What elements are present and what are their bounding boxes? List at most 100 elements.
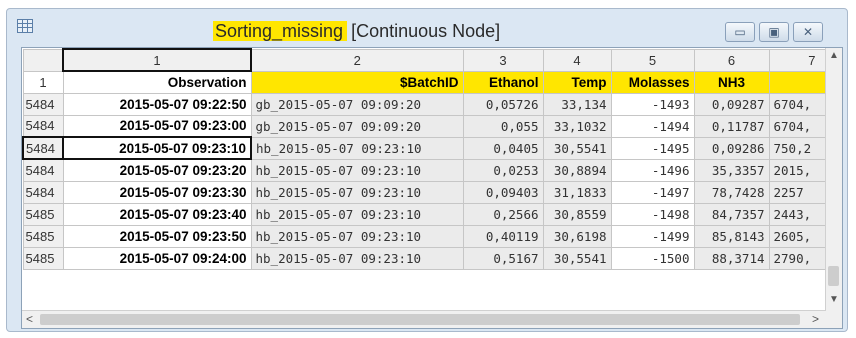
column-number[interactable]: 5 bbox=[610, 48, 695, 72]
ethanol-cell[interactable]: 0,05726 bbox=[462, 92, 544, 116]
batchid-cell[interactable]: hb_2015-05-07 09:23:10 bbox=[250, 246, 464, 270]
molasses-cell[interactable]: -1493 bbox=[610, 92, 695, 116]
temp-cell[interactable]: 33,1032 bbox=[542, 114, 612, 138]
row-number[interactable]: 5485 bbox=[22, 224, 64, 248]
close-button[interactable]: ✕ bbox=[793, 22, 823, 42]
table-row[interactable]: 5485 2015-05-07 09:23:40 hb_2015-05-07 09:… bbox=[22, 202, 835, 226]
column-name-cell[interactable]: NH3 bbox=[693, 70, 770, 94]
batchid-cell[interactable]: gb_2015-05-07 09:09:20 bbox=[250, 114, 464, 138]
nh3-cell[interactable]: 88,3714 bbox=[693, 246, 770, 270]
scroll-up-icon[interactable]: ▲ bbox=[829, 50, 839, 61]
molasses-cell[interactable]: -1494 bbox=[610, 114, 695, 138]
window-title: Sorting_missing [Continuous Node] bbox=[213, 19, 500, 43]
row-number[interactable]: 5484 bbox=[22, 92, 64, 116]
temp-cell[interactable]: 30,8894 bbox=[542, 158, 612, 182]
batchid-cell[interactable]: hb_2015-05-07 09:23:10 bbox=[250, 136, 464, 160]
scroll-left-icon[interactable]: < bbox=[26, 312, 33, 326]
batchid-cell[interactable]: hb_2015-05-07 09:23:10 bbox=[250, 180, 464, 204]
nh3-cell[interactable]: 0,09287 bbox=[693, 92, 770, 116]
temp-cell[interactable]: 30,5541 bbox=[542, 246, 612, 270]
ethanol-cell[interactable]: 0,09403 bbox=[462, 180, 544, 204]
window-title-name: Sorting_missing bbox=[213, 21, 348, 41]
column-name-row: 1 Observation $BatchID Ethanol Temp Mola… bbox=[22, 70, 835, 94]
close-icon: ✕ bbox=[802, 25, 814, 39]
table-row[interactable]: 5485 2015-05-07 09:23:50 hb_2015-05-07 09:… bbox=[22, 224, 835, 248]
row-number[interactable]: 5484 bbox=[22, 180, 64, 204]
observation-cell[interactable]: 2015-05-07 09:23:30 bbox=[62, 180, 252, 204]
temp-cell[interactable]: 30,6198 bbox=[542, 224, 612, 248]
horizontal-scroll-thumb[interactable] bbox=[40, 314, 800, 325]
data-grid[interactable]: 1 2 3 4 5 6 7 1 Observation $BatchID Eth… bbox=[21, 47, 843, 329]
column-number[interactable]: 6 bbox=[693, 48, 770, 72]
ethanol-cell[interactable]: 0,5167 bbox=[462, 246, 544, 270]
table-row[interactable]: 5484 2015-05-07 09:23:00 gb_2015-05-07 09:… bbox=[22, 114, 835, 138]
horizontal-scrollbar[interactable]: < > bbox=[22, 310, 826, 328]
table-row[interactable]: 5484 2015-05-07 09:23:30 hb_2015-05-07 09:… bbox=[22, 180, 835, 204]
vertical-scrollbar[interactable]: ▲ ▼ bbox=[825, 48, 842, 312]
batchid-cell[interactable]: hb_2015-05-07 09:23:10 bbox=[250, 158, 464, 182]
ethanol-cell[interactable]: 0,2566 bbox=[462, 202, 544, 226]
nh3-cell[interactable]: 85,8143 bbox=[693, 224, 770, 248]
resize-grip[interactable] bbox=[825, 311, 842, 328]
ethanol-cell[interactable]: 0,40119 bbox=[462, 224, 544, 248]
column-number[interactable] bbox=[22, 48, 64, 72]
column-name-cell[interactable]: Molasses bbox=[610, 70, 695, 94]
molasses-cell[interactable]: -1495 bbox=[610, 136, 695, 160]
row-number[interactable]: 5484 bbox=[22, 114, 64, 138]
minimize-button[interactable]: ▭ bbox=[725, 22, 755, 42]
observation-cell[interactable]: 2015-05-07 09:24:00 bbox=[62, 246, 252, 270]
observation-cell[interactable]: 2015-05-07 09:23:10 bbox=[62, 136, 252, 160]
column-name-cell[interactable]: Temp bbox=[542, 70, 612, 94]
observation-cell[interactable]: 2015-05-07 09:23:40 bbox=[62, 202, 252, 226]
column-number[interactable]: 3 bbox=[462, 48, 544, 72]
nh3-cell[interactable]: 84,7357 bbox=[693, 202, 770, 226]
row-number[interactable]: 5485 bbox=[22, 246, 64, 270]
observation-cell[interactable]: 2015-05-07 09:23:20 bbox=[62, 158, 252, 182]
window-title-suffix: [Continuous Node] bbox=[351, 21, 501, 41]
observation-cell[interactable]: 2015-05-07 09:23:00 bbox=[62, 114, 252, 138]
observation-cell[interactable]: 2015-05-07 09:23:50 bbox=[62, 224, 252, 248]
ethanol-cell[interactable]: 0,0253 bbox=[462, 158, 544, 182]
table-icon bbox=[17, 19, 33, 33]
column-number[interactable]: 4 bbox=[542, 48, 612, 72]
ethanol-cell[interactable]: 0,0405 bbox=[462, 136, 544, 160]
scroll-down-icon[interactable]: ▼ bbox=[829, 294, 839, 305]
table-row[interactable]: 5484 2015-05-07 09:23:10 hb_2015-05-07 09:… bbox=[22, 136, 835, 160]
scroll-right-icon[interactable]: > bbox=[812, 312, 819, 326]
ethanol-cell[interactable]: 0,055 bbox=[462, 114, 544, 138]
temp-cell[interactable]: 30,5541 bbox=[542, 136, 612, 160]
batchid-cell[interactable]: hb_2015-05-07 09:23:10 bbox=[250, 224, 464, 248]
temp-cell[interactable]: 33,134 bbox=[542, 92, 612, 116]
observation-cell[interactable]: 2015-05-07 09:22:50 bbox=[62, 92, 252, 116]
row-number[interactable]: 5484 bbox=[22, 158, 64, 182]
molasses-cell[interactable]: -1500 bbox=[610, 246, 695, 270]
column-number[interactable]: 1 bbox=[62, 48, 252, 72]
molasses-cell[interactable]: -1497 bbox=[610, 180, 695, 204]
batchid-cell[interactable]: hb_2015-05-07 09:23:10 bbox=[250, 202, 464, 226]
maximize-button[interactable]: ▣ bbox=[759, 22, 789, 42]
column-name-cell[interactable]: $BatchID bbox=[250, 70, 464, 94]
vertical-scroll-thumb[interactable] bbox=[828, 266, 839, 286]
temp-cell[interactable]: 31,1833 bbox=[542, 180, 612, 204]
column-name-cell[interactable]: Ethanol bbox=[462, 70, 544, 94]
table-row[interactable]: 5484 2015-05-07 09:22:50 gb_2015-05-07 09:… bbox=[22, 92, 835, 116]
title-bar[interactable]: Sorting_missing [Continuous Node] ▭ ▣ ✕ bbox=[7, 9, 847, 43]
nh3-cell[interactable]: 35,3357 bbox=[693, 158, 770, 182]
table-row[interactable]: 5484 2015-05-07 09:23:20 hb_2015-05-07 09:… bbox=[22, 158, 835, 182]
nh3-cell[interactable]: 0,09286 bbox=[693, 136, 770, 160]
grid-body: 5484 2015-05-07 09:22:50 gb_2015-05-07 09:… bbox=[22, 92, 835, 270]
batchid-cell[interactable]: gb_2015-05-07 09:09:20 bbox=[250, 92, 464, 116]
row-number[interactable]: 1 bbox=[22, 70, 64, 94]
row-number[interactable]: 5485 bbox=[22, 202, 64, 226]
molasses-cell[interactable]: -1498 bbox=[610, 202, 695, 226]
row-number[interactable]: 5484 bbox=[22, 136, 64, 160]
nh3-cell[interactable]: 0,11787 bbox=[693, 114, 770, 138]
table-row[interactable]: 5485 2015-05-07 09:24:00 hb_2015-05-07 09:… bbox=[22, 246, 835, 270]
molasses-cell[interactable]: -1499 bbox=[610, 224, 695, 248]
temp-cell[interactable]: 30,8559 bbox=[542, 202, 612, 226]
nh3-cell[interactable]: 78,7428 bbox=[693, 180, 770, 204]
column-number[interactable]: 2 bbox=[250, 48, 464, 72]
column-name-cell[interactable]: Observation bbox=[62, 70, 252, 94]
molasses-cell[interactable]: -1496 bbox=[610, 158, 695, 182]
data-table: 1 2 3 4 5 6 7 1 Observation $BatchID Eth… bbox=[22, 48, 835, 270]
